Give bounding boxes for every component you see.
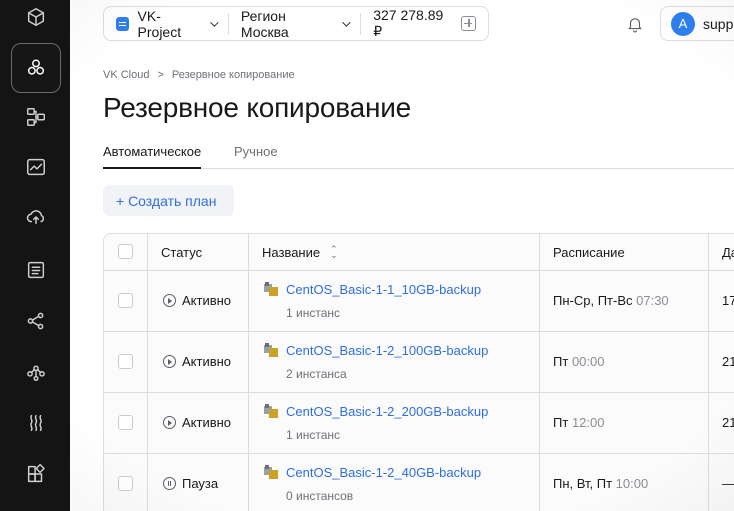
row-checkbox[interactable] <box>118 293 133 308</box>
header-status-label: Статус <box>161 244 203 260</box>
row-checkbox[interactable] <box>118 476 133 491</box>
backup-plans-table: Статус Название ⌃⌄ Расписание Да Активно <box>103 233 734 511</box>
header-next-label: Да <box>722 244 734 260</box>
row-checkbox[interactable] <box>118 354 133 369</box>
project-selector[interactable]: VK-Project <box>104 7 228 40</box>
tabs: Автоматическое Ручное <box>103 144 734 169</box>
header-schedule-label: Расписание <box>553 244 625 260</box>
status-text: Пауза <box>182 476 219 491</box>
plan-name-link[interactable]: CentOS_Basic-1-2_200GB-backup <box>286 404 488 419</box>
header-schedule[interactable]: Расписание <box>540 234 709 270</box>
tab-automatic[interactable]: Автоматическое <box>103 144 202 169</box>
user-name: suppo <box>703 15 734 32</box>
schedule: Пн, Вт, Пт 10:00 <box>553 476 648 491</box>
schedule: Пн-Ср, Пт-Вс 07:30 <box>553 293 669 308</box>
status-badge: Активно <box>163 293 231 308</box>
instances-count: 0 инстансов <box>286 489 354 503</box>
page-title: Резервное копирование <box>103 92 412 123</box>
next-run: 21 <box>722 415 734 430</box>
schedule-time: 12:00 <box>571 415 605 430</box>
monitoring-icon[interactable] <box>11 142 61 192</box>
schedule-time: 00:00 <box>571 354 605 369</box>
schedule-days: Пт <box>553 415 569 430</box>
tab-manual[interactable]: Ручное <box>234 144 278 169</box>
main-content: VK-Project Регион Москва 327 278.89 ₽ A … <box>70 0 734 511</box>
network-icon[interactable] <box>11 92 61 142</box>
project-name: VK-Project <box>137 7 182 40</box>
project-bar: VK-Project Регион Москва 327 278.89 ₽ <box>103 6 489 41</box>
breadcrumb-root[interactable]: VK Cloud <box>103 69 149 81</box>
instances-count: 1 инстанс <box>286 428 340 442</box>
instance-icon <box>264 343 278 357</box>
list-icon[interactable] <box>11 245 61 295</box>
sort-icon[interactable]: ⌃ ⌄ <box>330 245 338 260</box>
nodes-icon[interactable] <box>11 347 61 397</box>
project-icon <box>116 16 129 31</box>
share-icon[interactable] <box>11 296 61 346</box>
row-checkbox[interactable] <box>118 415 133 430</box>
apps-icon[interactable] <box>11 449 61 499</box>
bell-icon[interactable] <box>626 15 644 33</box>
status-badge: Пауза <box>163 476 218 491</box>
schedule-time: 07:30 <box>636 293 669 308</box>
header-next[interactable]: Да <box>709 234 734 270</box>
instance-icon <box>264 404 278 418</box>
plan-name-link[interactable]: CentOS_Basic-1-2_100GB-backup <box>286 343 488 358</box>
instance-icon <box>264 282 278 296</box>
instance-icon <box>264 465 278 479</box>
cloud-upload-icon[interactable] <box>11 192 61 242</box>
table-row[interactable]: Активно CentOS_Basic-1-2_200GB-backup 1 … <box>104 393 734 454</box>
create-plan-button[interactable]: + Создать план <box>103 185 234 216</box>
status-text: Активно <box>182 293 232 308</box>
sidebar <box>0 0 70 511</box>
add-funds-icon[interactable] <box>461 16 476 31</box>
play-icon <box>163 416 176 429</box>
plan-name-link[interactable]: CentOS_Basic-1-2_40GB-backup <box>286 465 481 480</box>
schedule-days: Пн-Ср, Пт-Вс <box>553 293 633 308</box>
avatar: A <box>671 11 695 36</box>
header-name[interactable]: Название ⌃ ⌄ <box>249 234 540 270</box>
next-run: 21 <box>722 354 734 369</box>
table-header: Статус Название ⌃⌄ Расписание Да <box>104 234 734 271</box>
schedule-time: 10:00 <box>615 476 649 491</box>
next-run: — <box>722 476 734 491</box>
status-text: Активно <box>182 415 232 430</box>
play-icon <box>163 294 176 307</box>
chevron-down-icon <box>342 17 351 27</box>
balance-value: 327 278.89 ₽ <box>373 7 444 39</box>
status-text: Активно <box>182 354 232 369</box>
balance: 327 278.89 ₽ <box>361 7 488 40</box>
instances-count: 2 инстанса <box>286 367 347 381</box>
plan-name-link[interactable]: CentOS_Basic-1-1_10GB-backup <box>286 282 481 297</box>
next-run: 17 <box>722 293 734 308</box>
select-all-checkbox[interactable] <box>118 244 133 259</box>
user-menu[interactable]: A suppo <box>660 6 734 41</box>
schedule: Пт 12:00 <box>553 415 604 430</box>
schedule: Пт 00:00 <box>553 354 604 369</box>
region-selector[interactable]: Регион Москва <box>229 7 360 40</box>
status-badge: Активно <box>163 415 231 430</box>
table-row[interactable]: Активно CentOS_Basic-1-2_100GB-backup 2 … <box>104 332 734 393</box>
cube-icon[interactable] <box>11 0 61 42</box>
header-name-label: Название <box>262 244 321 260</box>
schedule-days: Пт <box>553 354 569 369</box>
breadcrumb-current: Резервное копирование <box>171 69 295 81</box>
table-row[interactable]: Активно CentOS_Basic-1-1_10GB-backup 1 и… <box>104 271 734 332</box>
breadcrumb-separator: > <box>157 69 164 81</box>
instances-count: 1 инстанс <box>286 306 340 320</box>
status-badge: Активно <box>163 354 231 369</box>
services-icon[interactable] <box>11 43 61 93</box>
breadcrumb: VK Cloud > Резервное копирование <box>103 69 295 81</box>
region-name: Регион Москва <box>240 7 289 40</box>
schedule-days: Пн, Вт, Пт <box>553 476 613 491</box>
table-row[interactable]: Пауза CentOS_Basic-1-2_40GB-backup 0 инс… <box>104 454 734 511</box>
select-all-cell <box>104 234 148 270</box>
chevron-down-icon <box>210 17 219 27</box>
heat-icon[interactable] <box>11 398 61 448</box>
header-status[interactable]: Статус <box>148 234 249 270</box>
play-icon <box>163 355 176 368</box>
pause-icon <box>163 477 176 490</box>
